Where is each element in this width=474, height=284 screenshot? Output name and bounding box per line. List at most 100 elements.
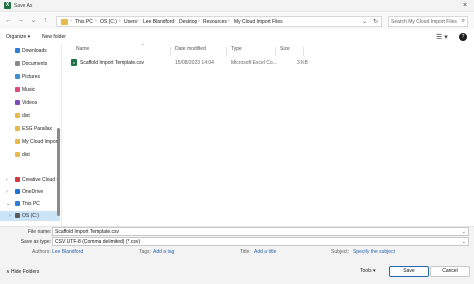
- creative-cloud-icon: [15, 177, 20, 182]
- sidebar-item-dist[interactable]: dist: [0, 111, 60, 121]
- column-header-size[interactable]: Size: [280, 46, 290, 52]
- authors-value[interactable]: Lee Blandford: [52, 249, 83, 255]
- breadcrumb-separator-icon: ›: [228, 18, 230, 24]
- column-divider[interactable]: [303, 47, 304, 56]
- sidebar-item-label: Videos: [22, 100, 38, 106]
- breadcrumb-this-pc[interactable]: This PC: [75, 19, 93, 25]
- authors-label: Authors:: [32, 249, 51, 255]
- tags-label: Tags:: [139, 249, 151, 255]
- file-name-label: File name:: [28, 229, 52, 235]
- breadcrumb-separator-icon: ›: [95, 18, 97, 24]
- breadcrumb-os-c[interactable]: OS (C:): [100, 19, 117, 25]
- sidebar-item-videos[interactable]: Videos: [0, 98, 60, 108]
- excel-app-icon: X: [4, 2, 11, 9]
- title-bar: X Save As ×: [0, 0, 474, 12]
- file-name-input[interactable]: [55, 229, 456, 235]
- file-name: Scaffold Import Template.csv: [80, 60, 145, 66]
- sidebar-item-label: Music: [22, 87, 36, 93]
- sidebar-item-label: Documents: [22, 61, 48, 67]
- save-as-type-value: CSV UTF-8 (Comma delimited) (*.csv): [55, 239, 141, 245]
- breadcrumb-resources[interactable]: Resources: [203, 19, 227, 25]
- column-header-type[interactable]: Type: [231, 46, 242, 52]
- back-arrow-icon[interactable]: ←: [4, 16, 13, 26]
- folder-icon: [15, 113, 20, 118]
- organize-button[interactable]: Organize ▾: [6, 34, 30, 40]
- save-as-type-select[interactable]: CSV UTF-8 (Comma delimited) (*.csv) ⌄: [52, 237, 469, 246]
- sidebar-item-dist-2[interactable]: dist: [0, 150, 60, 160]
- chevron-down-icon[interactable]: ⌄: [462, 239, 466, 245]
- sidebar-item-label: Pictures: [22, 74, 41, 80]
- up-arrow-icon[interactable]: ↑: [41, 16, 50, 26]
- forward-arrow-icon[interactable]: →: [16, 16, 25, 26]
- subject-label: Subject:: [331, 249, 350, 255]
- sidebar-scrollbar[interactable]: [57, 128, 60, 216]
- chevron-right-icon[interactable]: ›: [6, 189, 8, 195]
- sidebar-item-label: This PC: [22, 201, 40, 207]
- sort-indicator-icon: ^: [142, 42, 144, 47]
- recent-locations-chevron-icon[interactable]: ⌄: [29, 16, 38, 26]
- column-divider[interactable]: [226, 47, 227, 56]
- add-tag-link[interactable]: Add a tag: [153, 249, 174, 255]
- sidebar-item-os-c[interactable]: › OS (C:): [0, 211, 60, 221]
- search-icon[interactable]: ⌕: [462, 18, 465, 25]
- file-size: 3 KB: [297, 60, 308, 66]
- sidebar-item-my-cloud-import[interactable]: My Cloud Impor: [0, 137, 60, 147]
- help-icon[interactable]: ?: [459, 33, 467, 41]
- sidebar-item-this-pc[interactable]: ⌄ This PC: [0, 199, 60, 209]
- chevron-down-icon[interactable]: ⌄: [6, 201, 10, 207]
- sidebar-item-documents[interactable]: Documents: [0, 59, 60, 69]
- sidebar-item-esg-parallax[interactable]: ESG Parallax: [0, 124, 60, 134]
- folder-icon: [15, 139, 20, 144]
- breadcrumb[interactable]: › This PC › OS (C:) › Users › Lee Blandf…: [56, 16, 382, 27]
- sidebar-item-downloads[interactable]: Downloads: [0, 46, 60, 56]
- hide-folders-button[interactable]: ∧ Hide Folders: [6, 269, 39, 275]
- tools-button[interactable]: Tools ▾: [360, 268, 376, 274]
- cancel-button[interactable]: Cancel: [430, 266, 470, 277]
- search-input[interactable]: [391, 18, 457, 26]
- sidebar-item-pictures[interactable]: Pictures: [0, 72, 60, 82]
- breadcrumb-users[interactable]: Users: [124, 19, 137, 25]
- add-title-link[interactable]: Add a title: [254, 249, 276, 255]
- address-dropdown-icon[interactable]: ⌄: [362, 18, 367, 25]
- folder-icon: [15, 152, 20, 157]
- sidebar-item-music[interactable]: Music: [0, 85, 60, 95]
- window-title: Save As: [14, 3, 33, 9]
- table-row[interactable]: x Scaffold Import Template.csv 15/08/202…: [68, 58, 308, 68]
- specify-subject-link[interactable]: Specify the subject: [353, 249, 395, 255]
- column-divider[interactable]: [275, 47, 276, 56]
- breadcrumb-separator-icon: ›: [174, 18, 176, 24]
- file-date: 15/08/2023 14:04: [175, 60, 214, 66]
- sidebar-item-creative-cloud[interactable]: › Creative Cloud F: [0, 175, 60, 185]
- document-icon: [15, 61, 20, 66]
- new-folder-button[interactable]: New folder: [42, 34, 66, 40]
- title-label: Title:: [240, 249, 251, 255]
- save-button[interactable]: Save: [389, 266, 429, 277]
- chevron-down-icon[interactable]: ⌄: [462, 229, 466, 235]
- file-name-field[interactable]: ⌄: [52, 227, 469, 236]
- download-icon: [15, 48, 20, 53]
- cloud-icon: [15, 189, 20, 194]
- sidebar-item-label: OneDrive: [22, 189, 44, 195]
- sidebar-item-label: dist: [22, 152, 30, 158]
- column-header-name[interactable]: Name: [76, 46, 89, 52]
- chevron-right-icon[interactable]: ›: [6, 177, 8, 183]
- video-icon: [15, 100, 20, 105]
- refresh-icon[interactable]: ↻: [373, 18, 378, 25]
- search-box[interactable]: ⌕: [388, 16, 468, 27]
- sidebar-item-onedrive[interactable]: › OneDrive: [0, 187, 60, 197]
- breadcrumb-lee-blandford[interactable]: Lee Blandford: [143, 19, 174, 25]
- folder-icon: [15, 126, 20, 131]
- close-button[interactable]: ×: [460, 1, 470, 11]
- breadcrumb-separator-icon: ›: [137, 18, 139, 24]
- breadcrumb-desktop[interactable]: Desktop: [179, 19, 197, 25]
- save-as-type-label: Save as type:: [20, 239, 51, 245]
- breadcrumb-separator-icon: ›: [198, 18, 200, 24]
- column-header-date-modified[interactable]: Date modified: [175, 46, 206, 52]
- music-icon: [15, 87, 20, 92]
- computer-icon: [15, 201, 20, 206]
- view-options-icon[interactable]: ☰ ▾: [436, 33, 448, 41]
- column-divider[interactable]: [170, 47, 171, 56]
- chevron-right-icon[interactable]: ›: [9, 213, 11, 219]
- breadcrumb-my-cloud-import-files[interactable]: My Cloud Import Files: [234, 19, 283, 25]
- breadcrumb-separator-icon: ›: [70, 18, 72, 24]
